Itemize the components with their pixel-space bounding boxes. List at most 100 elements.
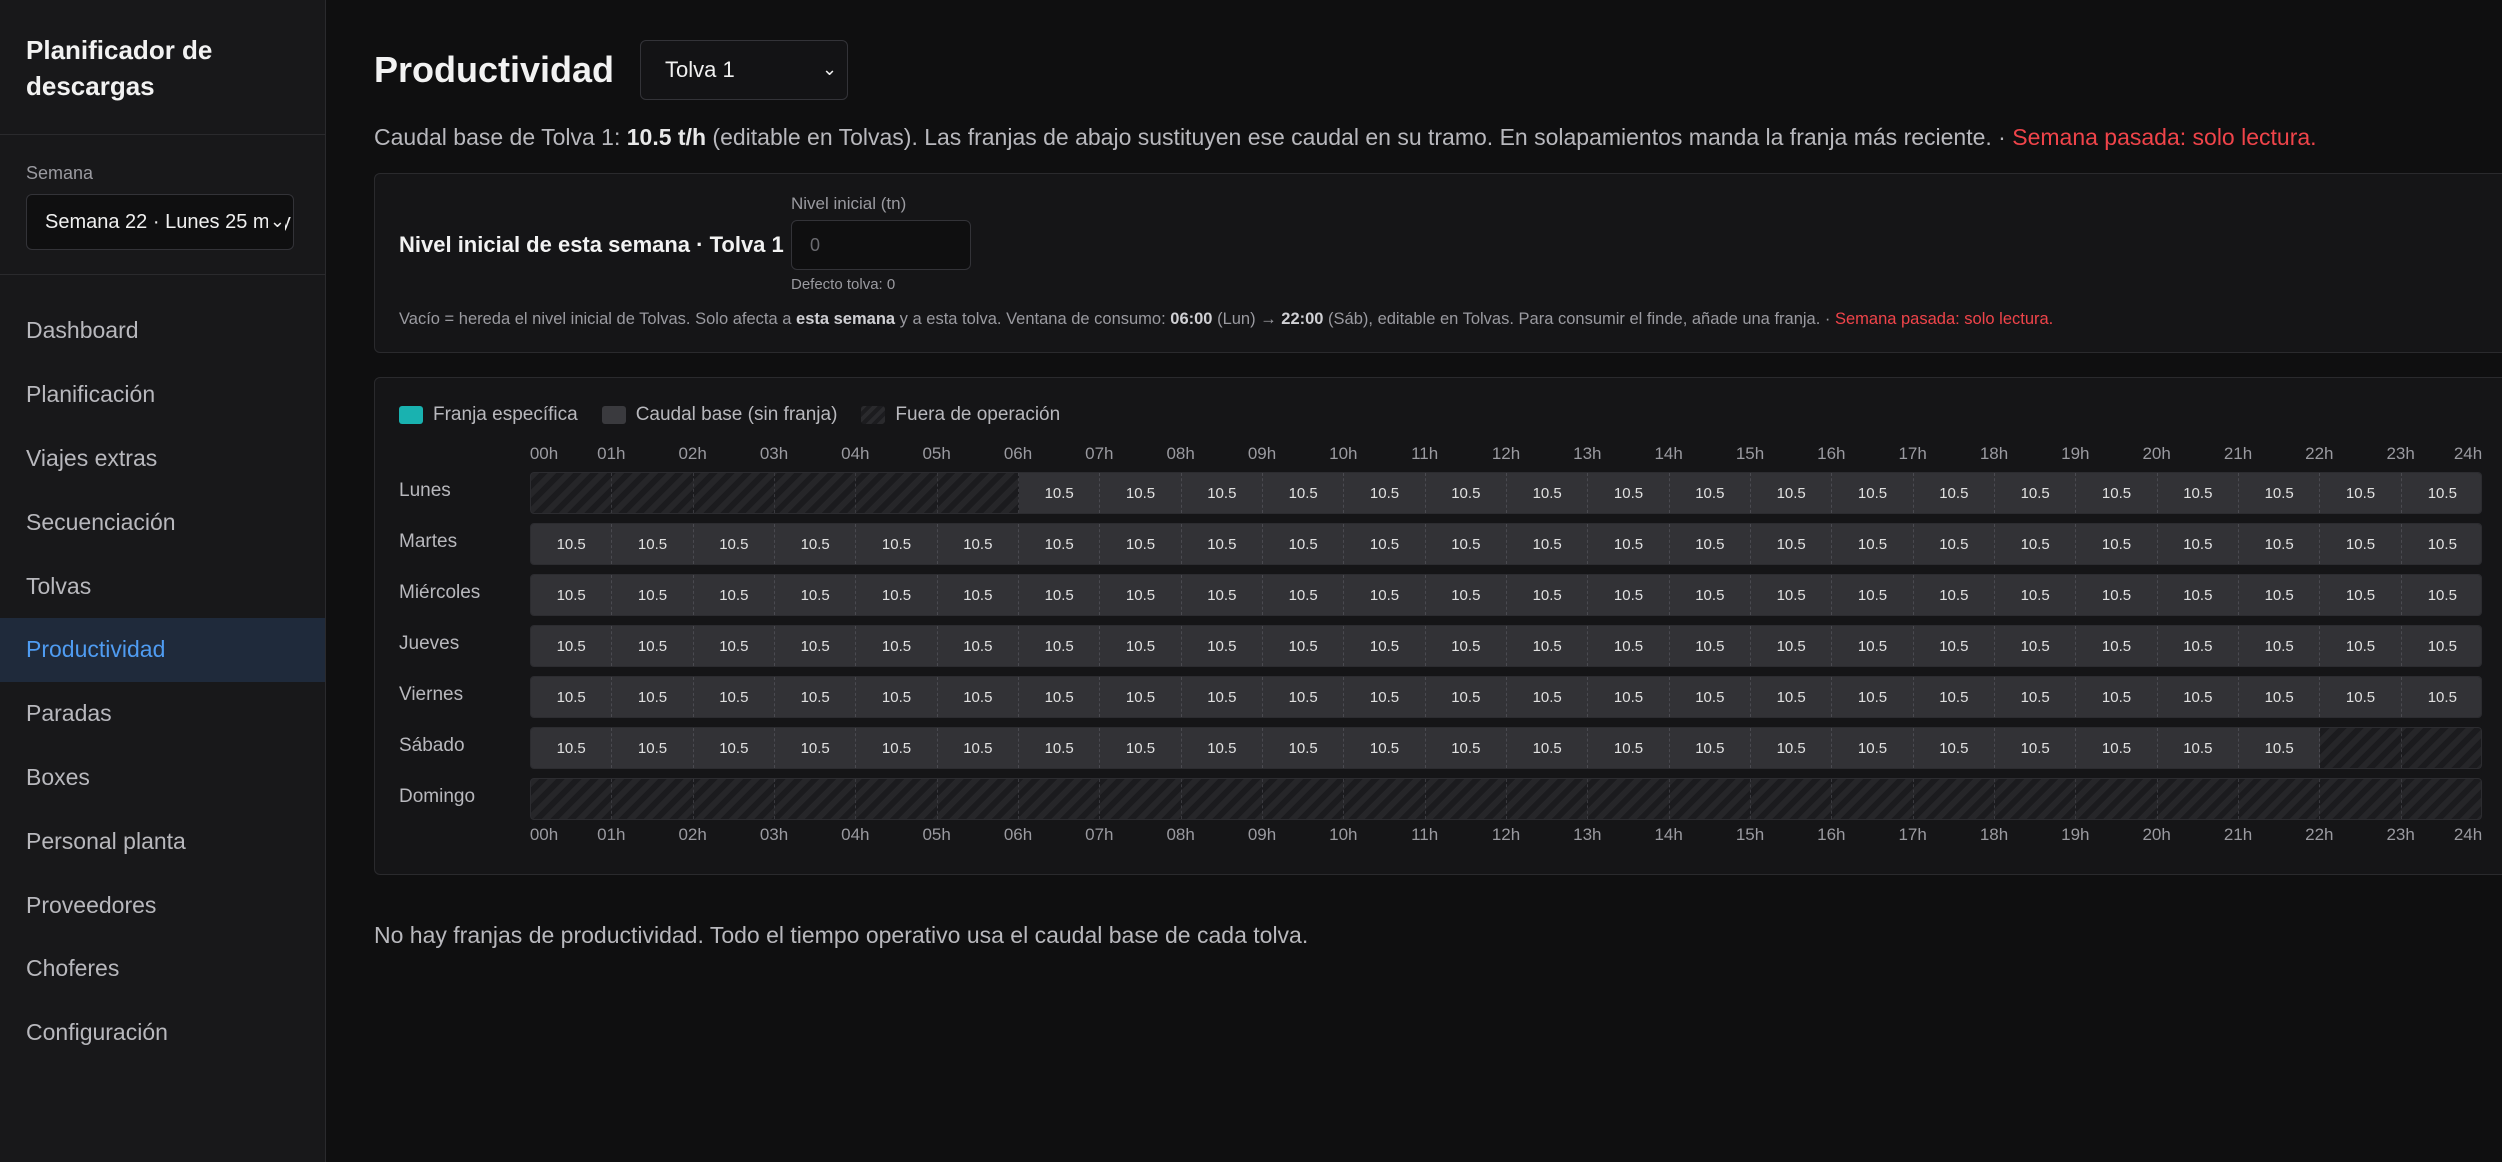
hour-cell[interactable]: 10.5 xyxy=(2076,677,2158,717)
hour-cell[interactable]: 10.5 xyxy=(1832,524,1914,564)
hour-cell[interactable]: 10.5 xyxy=(1100,473,1182,513)
hour-cell[interactable]: 10.5 xyxy=(937,575,1019,615)
hour-cell[interactable]: 10.5 xyxy=(531,524,613,564)
hour-cell[interactable]: 10.5 xyxy=(1913,575,1995,615)
hour-cell[interactable]: 10.5 xyxy=(1507,626,1589,666)
hour-cell[interactable]: 10.5 xyxy=(2239,626,2321,666)
hour-cell[interactable]: 10.5 xyxy=(2239,524,2321,564)
hour-cell[interactable]: 10.5 xyxy=(856,677,938,717)
hour-cell[interactable]: 10.5 xyxy=(2401,677,2481,717)
hour-cell[interactable]: 10.5 xyxy=(1100,575,1182,615)
hour-cell[interactable]: 10.5 xyxy=(1425,473,1507,513)
hour-cell[interactable]: 10.5 xyxy=(937,677,1019,717)
hour-cell[interactable]: 10.5 xyxy=(1100,626,1182,666)
hour-cell[interactable]: 10.5 xyxy=(775,626,857,666)
sidebar-item-viajes-extras[interactable]: Viajes extras xyxy=(0,427,325,491)
hour-cell[interactable]: 10.5 xyxy=(2157,473,2239,513)
hour-cell[interactable]: 10.5 xyxy=(612,575,694,615)
hour-cell[interactable]: 10.5 xyxy=(1100,728,1182,768)
hour-cell[interactable]: 10.5 xyxy=(2076,728,2158,768)
hour-cell[interactable]: 10.5 xyxy=(1669,473,1751,513)
hour-cell[interactable]: 10.5 xyxy=(2157,728,2239,768)
hour-cell[interactable]: 10.5 xyxy=(2401,473,2481,513)
day-track[interactable]: 10.5 10.5 10.5 10.5 10.5 10.5 10.5 10.5 10.5 10.5… xyxy=(530,472,2482,514)
hour-cell[interactable]: 10.5 xyxy=(2157,626,2239,666)
hour-cell[interactable]: 10.5 xyxy=(2320,473,2402,513)
hour-cell[interactable]: 10.5 xyxy=(2157,575,2239,615)
hour-cell[interactable]: 10.5 xyxy=(1181,728,1263,768)
sidebar-item-planificación[interactable]: Planificación xyxy=(0,363,325,427)
hour-cell[interactable]: 10.5 xyxy=(1669,677,1751,717)
hour-cell[interactable]: 10.5 xyxy=(1588,524,1670,564)
hour-cell[interactable]: 10.5 xyxy=(1832,626,1914,666)
hour-cell[interactable]: 10.5 xyxy=(1263,524,1345,564)
hour-cell[interactable]: 10.5 xyxy=(1344,626,1426,666)
hour-cell[interactable]: 10.5 xyxy=(2401,575,2481,615)
sidebar-item-productividad[interactable]: Productividad xyxy=(0,617,325,682)
hour-cell[interactable]: 10.5 xyxy=(1588,575,1670,615)
hour-cell[interactable]: 10.5 xyxy=(693,677,775,717)
hour-cell[interactable]: 10.5 xyxy=(1995,626,2077,666)
hour-cell[interactable]: 10.5 xyxy=(856,524,938,564)
hour-cell[interactable]: 10.5 xyxy=(1588,728,1670,768)
hour-cell[interactable]: 10.5 xyxy=(1181,677,1263,717)
hour-cell[interactable]: 10.5 xyxy=(1751,728,1833,768)
hour-cell[interactable]: 10.5 xyxy=(1751,473,1833,513)
hour-cell[interactable]: 10.5 xyxy=(1344,524,1426,564)
hour-cell[interactable]: 10.5 xyxy=(1100,677,1182,717)
week-select[interactable]: Semana 22 · Lunes 25 may ⌄ xyxy=(26,194,294,250)
hour-cell[interactable]: 10.5 xyxy=(1344,575,1426,615)
hour-cell[interactable]: 10.5 xyxy=(1019,575,1101,615)
hour-cell[interactable]: 10.5 xyxy=(1507,473,1589,513)
sidebar-item-tolvas[interactable]: Tolvas xyxy=(0,554,325,618)
hour-cell[interactable]: 10.5 xyxy=(693,626,775,666)
day-track[interactable]: 10.5 10.5 10.5 10.5 10.5 10.5 10.5 10.5 10.5 10.5… xyxy=(530,523,2482,565)
hour-cell[interactable]: 10.5 xyxy=(1507,677,1589,717)
hour-cell[interactable]: 10.5 xyxy=(1181,626,1263,666)
hour-cell[interactable]: 10.5 xyxy=(693,728,775,768)
hour-cell[interactable]: 10.5 xyxy=(2157,524,2239,564)
hour-cell[interactable]: 10.5 xyxy=(1263,728,1345,768)
hour-cell[interactable]: 10.5 xyxy=(1832,575,1914,615)
hour-cell[interactable]: 10.5 xyxy=(2076,575,2158,615)
hour-cell[interactable]: 10.5 xyxy=(1425,728,1507,768)
hour-cell[interactable]: 10.5 xyxy=(1100,524,1182,564)
hour-cell[interactable]: 10.5 xyxy=(693,524,775,564)
sidebar-item-proveedores[interactable]: Proveedores xyxy=(0,873,325,937)
hour-cell[interactable]: 10.5 xyxy=(612,677,694,717)
hour-cell[interactable]: 10.5 xyxy=(1913,473,1995,513)
sidebar-item-boxes[interactable]: Boxes xyxy=(0,746,325,810)
hour-cell[interactable]: 10.5 xyxy=(1019,524,1101,564)
hour-cell[interactable]: 10.5 xyxy=(1669,626,1751,666)
hour-cell[interactable]: 10.5 xyxy=(1751,524,1833,564)
hour-cell[interactable]: 10.5 xyxy=(1669,728,1751,768)
hour-cell[interactable]: 10.5 xyxy=(1832,473,1914,513)
hour-cell[interactable]: 10.5 xyxy=(1019,473,1101,513)
sidebar-item-choferes[interactable]: Choferes xyxy=(0,937,325,1001)
hour-cell[interactable]: 10.5 xyxy=(531,728,613,768)
initial-level-input[interactable]: 0 xyxy=(791,220,971,270)
hour-cell[interactable]: 10.5 xyxy=(1995,728,2077,768)
hour-cell[interactable]: 10.5 xyxy=(1263,473,1345,513)
hour-cell[interactable]: 10.5 xyxy=(1344,677,1426,717)
hour-cell[interactable]: 10.5 xyxy=(1507,575,1589,615)
hour-cell[interactable]: 10.5 xyxy=(1263,575,1345,615)
day-track[interactable]: 10.5 10.5 10.5 10.5 10.5 10.5 10.5 10.5 10.5 10.5… xyxy=(530,727,2482,769)
hour-cell[interactable]: 10.5 xyxy=(1995,575,2077,615)
hour-cell[interactable]: 10.5 xyxy=(1425,626,1507,666)
day-track[interactable]: 10.5 10.5 10.5 10.5 10.5 10.5 10.5 10.5 10.5 10.5… xyxy=(530,625,2482,667)
hour-cell[interactable]: 10.5 xyxy=(1019,677,1101,717)
hour-cell[interactable]: 10.5 xyxy=(1669,575,1751,615)
hour-cell[interactable]: 10.5 xyxy=(937,524,1019,564)
hour-cell[interactable]: 10.5 xyxy=(2239,473,2321,513)
hour-cell[interactable]: 10.5 xyxy=(1832,728,1914,768)
sidebar-item-personal-planta[interactable]: Personal planta xyxy=(0,809,325,873)
hour-cell[interactable]: 10.5 xyxy=(1181,524,1263,564)
hour-cell[interactable]: 10.5 xyxy=(693,575,775,615)
sidebar-item-secuenciación[interactable]: Secuenciación xyxy=(0,490,325,554)
hour-cell[interactable]: 10.5 xyxy=(775,575,857,615)
hour-cell[interactable]: 10.5 xyxy=(2239,677,2321,717)
hour-cell[interactable]: 10.5 xyxy=(1995,473,2077,513)
hour-cell[interactable]: 10.5 xyxy=(775,524,857,564)
sidebar-item-configuración[interactable]: Configuración xyxy=(0,1001,325,1065)
